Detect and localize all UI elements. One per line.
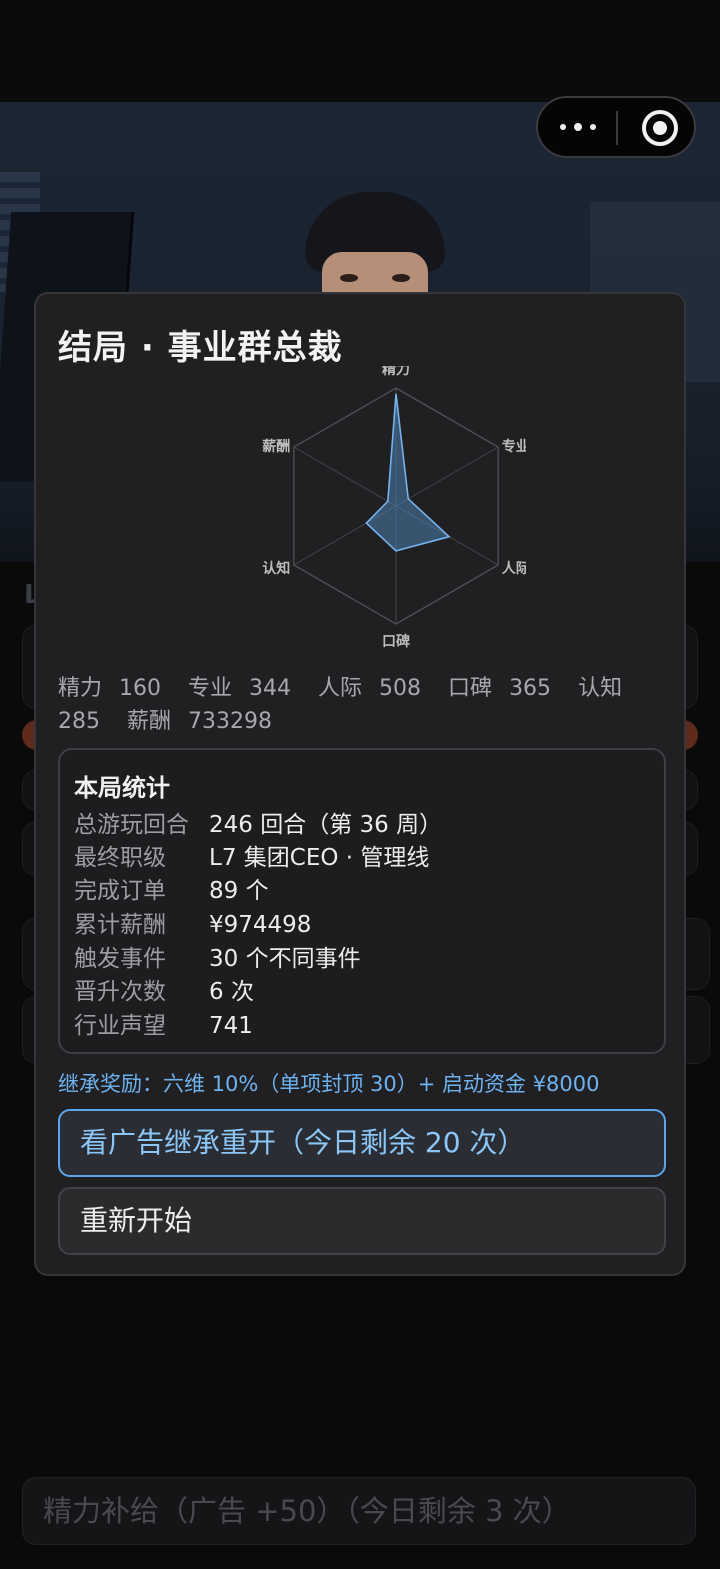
summary-row-rounds: 总游玩回合 246 回合（第 36 周）	[74, 812, 443, 838]
summary-row-orders: 完成订单 89 个	[74, 878, 269, 904]
stats-radar-chart: 精力专业人际口碑 认知 薪酬	[262, 366, 526, 650]
radar-value-polygon	[365, 393, 451, 552]
restart-button[interactable]: 重新开始	[58, 1187, 666, 1255]
energy-refill-button[interactable]: 精力补给（广告 +50）（今日剩余 3 次）	[22, 1477, 696, 1545]
radar-axis-label: 薪酬	[262, 438, 290, 455]
stats-summary-line: 精力 160 专业 344 人际 508 口碑 365 认知 285 薪酬 73…	[58, 672, 658, 738]
game-screen: L 精力补给（广告 +50）（今日剩余 3 次） 结局 · 事业群总裁 精力 专业…	[0, 0, 720, 1569]
summary-row-final-rank: 最终职级 L7 集团CEO · 管理线	[74, 845, 430, 871]
capsule-divider	[616, 111, 618, 145]
summary-title: 本局统计	[74, 774, 170, 802]
ending-modal: 结局 · 事业群总裁 精力专业人际口碑 认知 薪酬 精力 160 专业 344 人际…	[34, 292, 686, 1276]
stat-energy: 精力 160	[58, 676, 162, 701]
summary-row-events: 触发事件 30 个不同事件	[74, 946, 361, 972]
radar-spoke	[395, 446, 499, 507]
stat-salary: 薪酬 733298	[127, 709, 272, 734]
stat-skill: 专业 344	[188, 676, 292, 701]
radar-axis-label: 精力	[382, 366, 410, 378]
watch-ad-inherit-restart-button[interactable]: 看广告继承重开（今日剩余 20 次）	[58, 1109, 666, 1177]
radar-axis-label: 人际	[502, 560, 526, 577]
miniprogram-capsule	[536, 96, 696, 158]
target-circle-icon[interactable]	[642, 110, 678, 146]
radar-axis-label: 认知	[262, 560, 290, 577]
summary-row-promotions: 晋升次数 6 次	[74, 979, 254, 1005]
summary-row-total-salary: 累计薪酬 ¥974498	[74, 912, 312, 938]
stat-social: 人际 508	[318, 676, 422, 701]
summary-row-reputation: 行业声望 741	[74, 1013, 253, 1039]
modal-title: 结局 · 事业群总裁	[58, 328, 343, 368]
inherit-bonus-note: 继承奖励：六维 10%（单项封顶 30）+ 启动资金 ¥8000	[58, 1072, 600, 1096]
game-summary-panel: 本局统计 总游玩回合 246 回合（第 36 周） 最终职级 L7 集团CEO · …	[58, 748, 666, 1054]
radar-axis-label: 口碑	[382, 633, 410, 650]
radar-axis-label: 专业	[502, 438, 526, 455]
radar-spoke	[293, 446, 397, 507]
stat-reputation: 口碑 365	[448, 676, 552, 701]
